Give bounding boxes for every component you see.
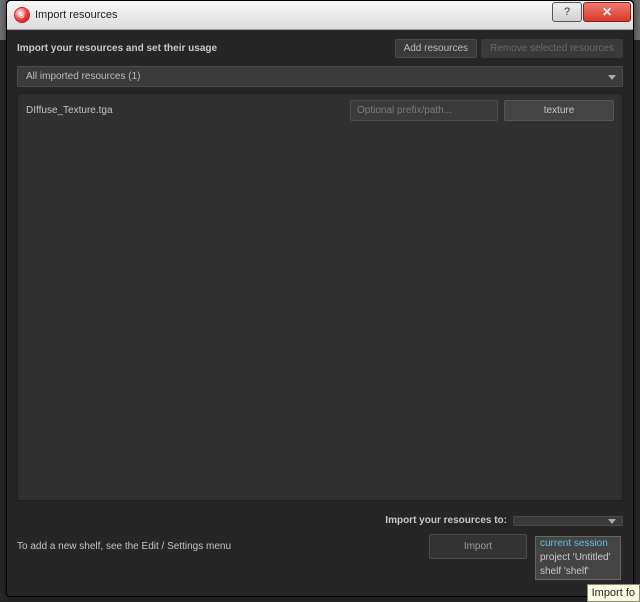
close-icon: ✕	[602, 6, 612, 18]
tooltip: Import fo	[587, 584, 640, 602]
import-resources-dialog: s Import resources ? ✕ Import your resou…	[6, 0, 634, 597]
resource-type-combo[interactable]: texture	[504, 100, 614, 121]
list-item[interactable]: DIffuse_Texture.tga Optional prefix/path…	[18, 94, 622, 127]
resource-name: DIffuse_Texture.tga	[26, 105, 344, 116]
close-button[interactable]: ✕	[583, 2, 631, 22]
resource-type-label: texture	[544, 105, 575, 116]
app-icon: s	[15, 8, 29, 22]
import-target-combo[interactable]	[513, 516, 623, 526]
hint-label: To add a new shelf, see the Edit / Setti…	[17, 541, 429, 552]
dropdown-option-shelf[interactable]: shelf 'shelf'	[536, 565, 620, 579]
import-target-label: Import your resources to:	[385, 515, 507, 526]
dropdown-option-project[interactable]: project 'Untitled'	[536, 551, 620, 565]
window-title: Import resources	[35, 9, 118, 21]
resource-filter-label: All imported resources (1)	[26, 71, 140, 82]
resource-list: DIffuse_Texture.tga Optional prefix/path…	[17, 93, 623, 501]
import-target-dropdown[interactable]: current session project 'Untitled' shelf…	[535, 536, 621, 580]
add-resources-button[interactable]: Add resources	[395, 39, 477, 58]
dropdown-option-current-session[interactable]: current session	[536, 537, 620, 551]
help-icon: ?	[564, 7, 570, 18]
resource-filter-combo[interactable]: All imported resources (1)	[17, 66, 623, 87]
chevron-down-icon	[608, 75, 616, 80]
chevron-down-icon	[608, 519, 616, 524]
instruction-label: Import your resources and set their usag…	[17, 43, 217, 54]
prefix-input[interactable]: Optional prefix/path...	[350, 100, 498, 121]
help-button[interactable]: ?	[552, 2, 582, 22]
remove-selected-button: Remove selected resources	[481, 39, 623, 58]
titlebar[interactable]: s Import resources ? ✕	[7, 1, 633, 30]
import-button[interactable]: Import	[429, 534, 527, 559]
